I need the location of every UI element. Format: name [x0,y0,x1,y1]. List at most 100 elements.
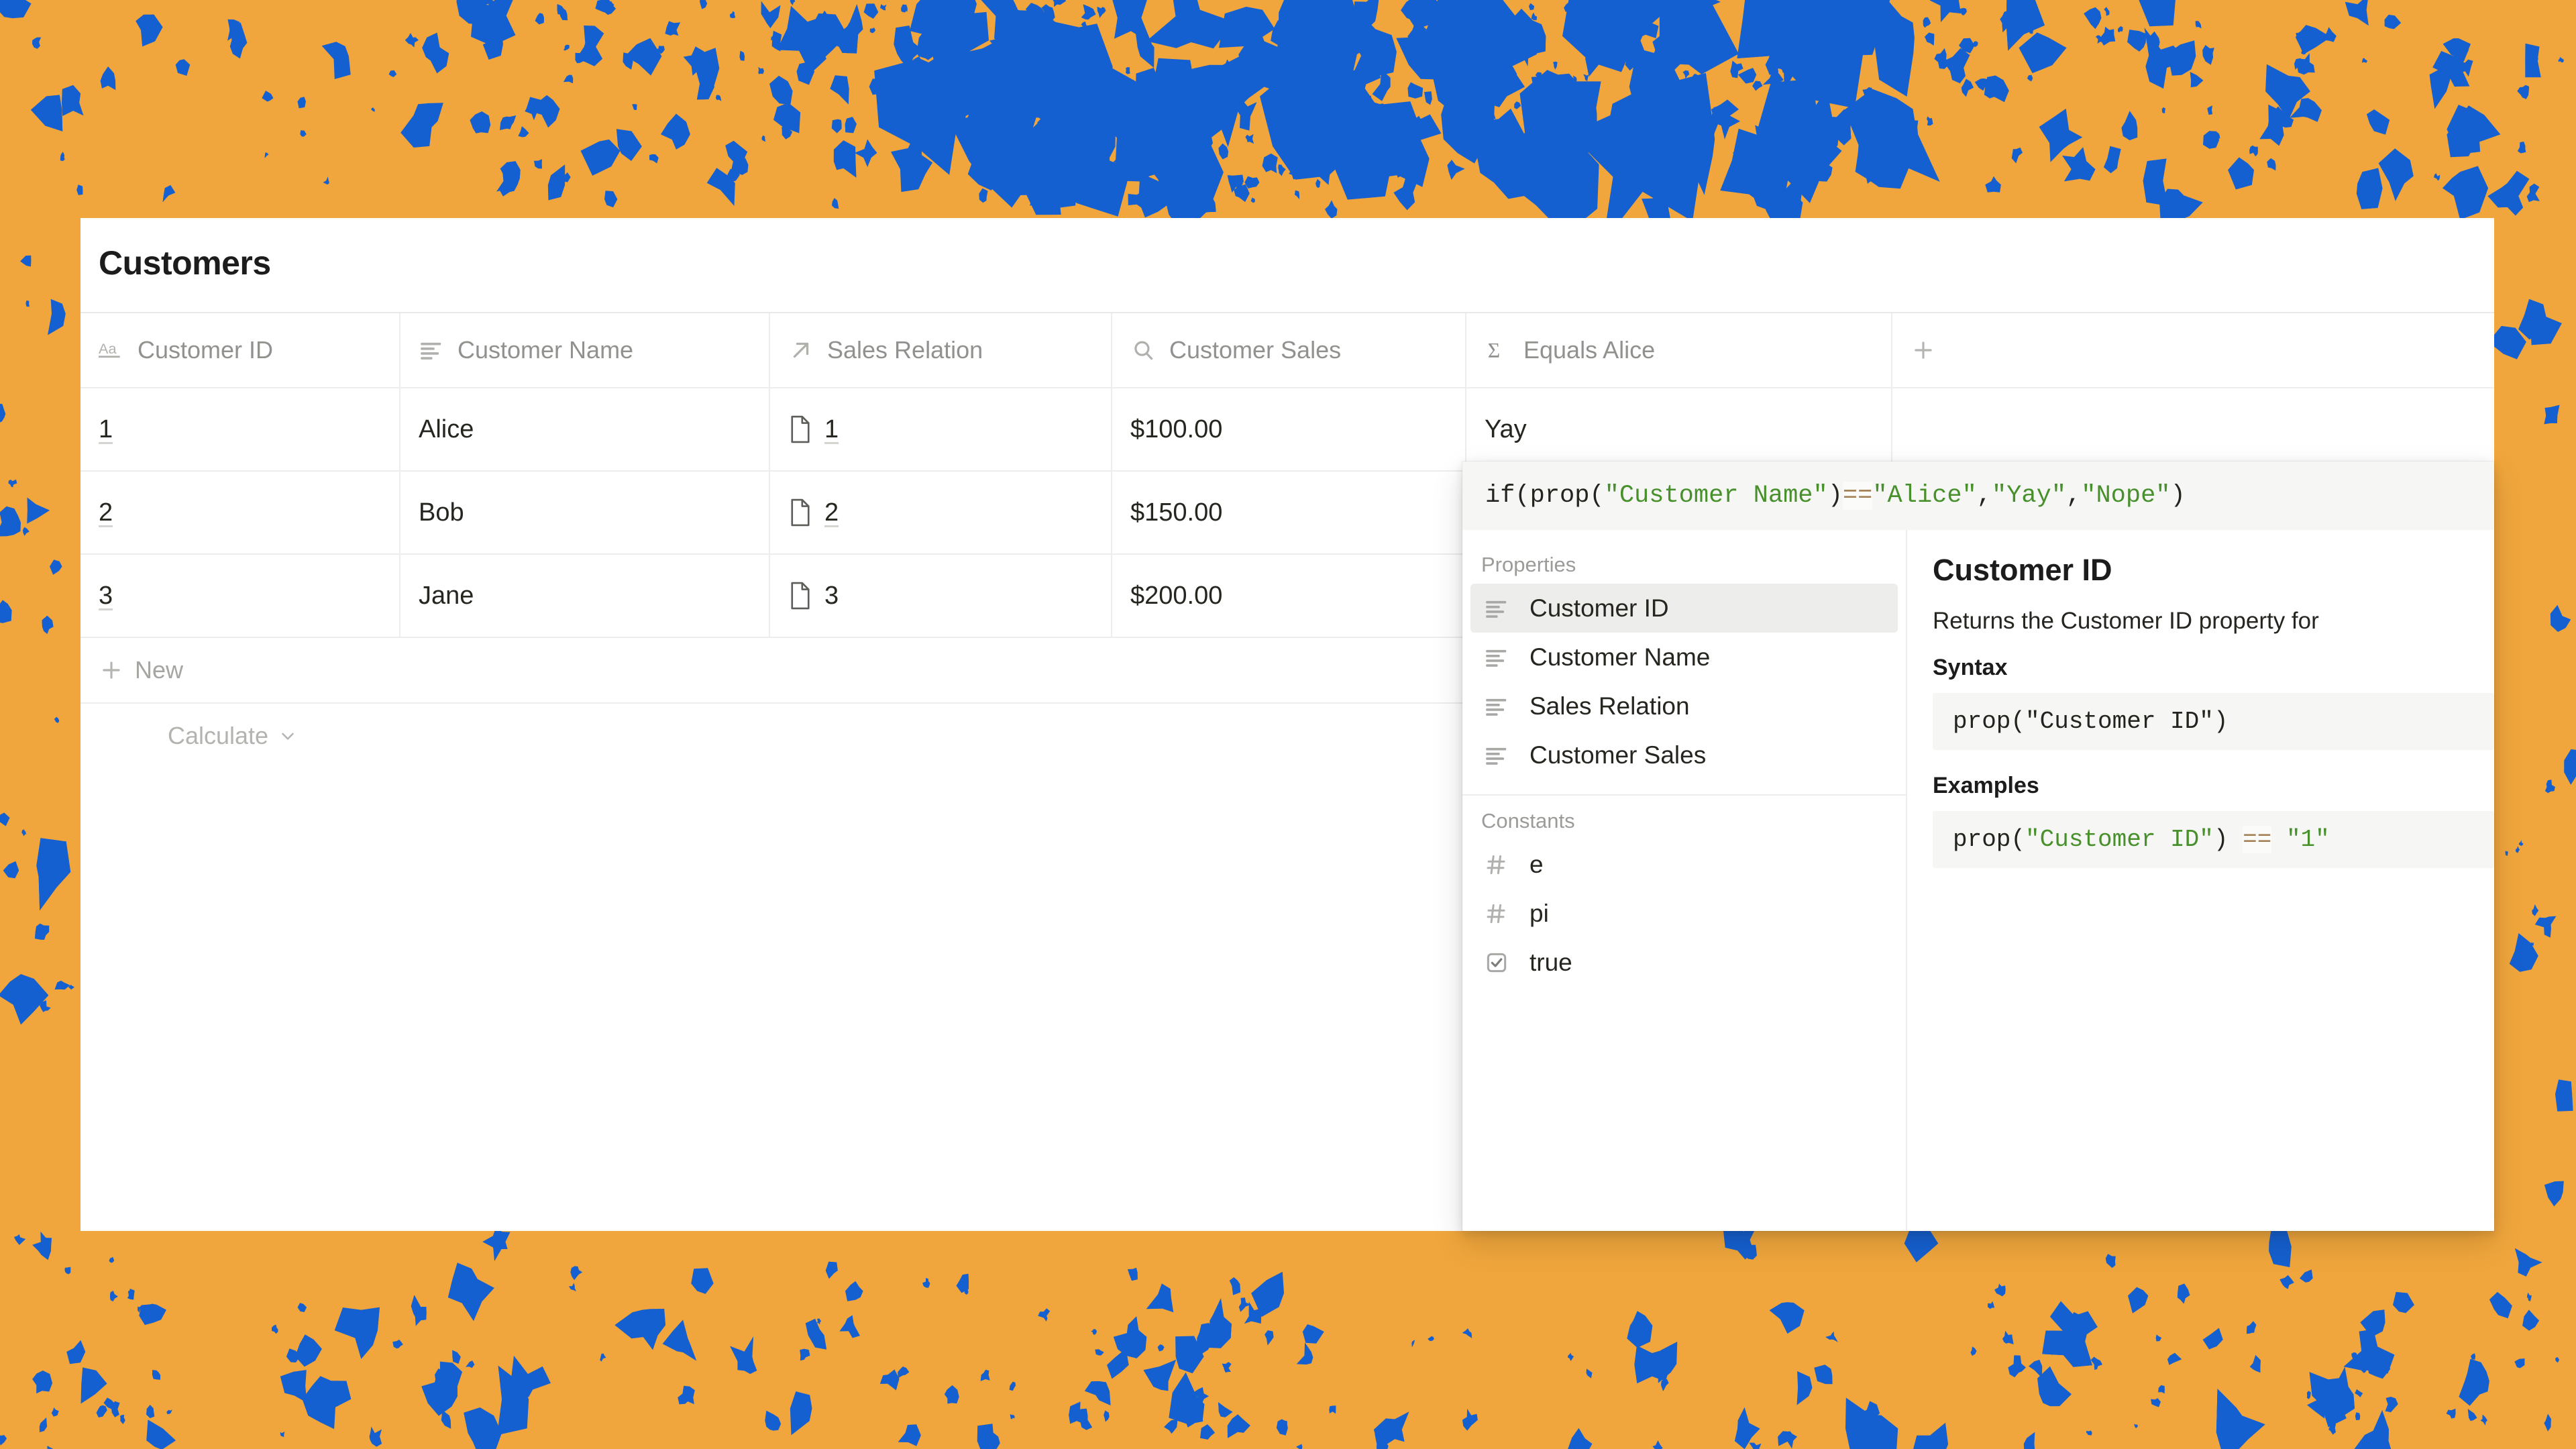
formula-option-label: true [1529,948,1572,976]
cell-customer-id[interactable]: 3 [80,555,400,637]
formula-option-sales-relation[interactable]: Sales Relation [1470,682,1898,731]
code-token: prop( [1953,826,2026,853]
section-label-properties: Properties [1481,553,1576,576]
column-header-label: Customer Name [458,336,634,364]
column-header-customer-name[interactable]: Customer Name [400,313,770,387]
cell-customer-name[interactable]: Bob [400,472,770,553]
column-header-customer-id[interactable]: Aa Customer ID [80,313,400,387]
formula-option-label: pi [1529,899,1549,927]
add-column-button[interactable] [1892,313,2161,387]
cell-value: $150.00 [1130,498,1223,527]
cell-customer-id[interactable]: 1 [80,388,400,470]
doc-syntax-code: prop("Customer ID") [1933,693,2494,750]
sigma-formula-icon: Σ [1485,337,1515,363]
code-token: == [2243,826,2272,853]
cell-sales-relation[interactable]: 2 [770,472,1112,553]
page-document-icon [788,415,812,443]
section-label-constants: Constants [1481,809,1575,833]
title-aa-icon: Aa [99,337,129,364]
hash-number-icon [1481,901,1512,926]
formula-option-label: Customer Name [1529,643,1711,671]
formula-option-customer-name[interactable]: Customer Name [1470,633,1898,682]
text-lines-icon [1481,743,1512,768]
column-header-equals-alice[interactable]: Σ Equals Alice [1466,313,1892,387]
column-header-label: Equals Alice [1523,336,1656,364]
cell-value: Yay [1485,415,1527,443]
plus-icon [99,657,124,683]
doc-description: Returns the Customer ID property for [1933,608,2319,634]
cell-customer-sales[interactable]: $100.00 [1112,388,1466,470]
cell-customer-id[interactable]: 2 [80,472,400,553]
page-document-icon [788,498,812,527]
formula-option-customer-sales[interactable]: Customer Sales [1470,731,1898,780]
arrow-up-right-icon [788,337,819,363]
column-header-sales-relation[interactable]: Sales Relation [770,313,1112,387]
cell-empty [1892,388,2161,470]
cell-value: 2 [99,498,113,527]
formula-option-label: Customer Sales [1529,741,1707,769]
formula-documentation-panel: Customer ID Returns the Customer ID prop… [1907,530,2494,1231]
cell-value: $100.00 [1130,415,1223,443]
formula-option-pi[interactable]: pi [1470,889,1898,938]
formula-token: == [1842,482,1873,510]
cell-value: Bob [419,498,464,527]
formula-token: , [1976,482,1992,510]
code-token: "Customer ID" [2025,826,2214,853]
cell-value: 3 [99,581,113,610]
hash-number-icon [1481,852,1512,877]
code-token: prop("Customer ID") [1953,708,2229,735]
text-lines-icon [1481,645,1512,670]
add-new-row-label: New [135,656,184,684]
chevron-down-icon [278,726,298,746]
svg-text:Σ: Σ [1488,339,1500,362]
cell-customer-sales[interactable]: $200.00 [1112,555,1466,637]
page-document-icon [788,582,812,610]
plus-icon [1911,337,1941,363]
text-lines-icon [419,337,449,363]
cell-value: 3 [824,581,839,610]
table-header-row: Aa Customer ID Customer Name Sales Relat… [80,312,2494,387]
cell-value: 1 [99,415,113,443]
formula-token: "Yay" [1992,482,2067,510]
table-row[interactable]: 1 Alice 1 $100.00 Yay [80,387,2494,470]
cell-value: Alice [419,415,474,443]
formula-option-label: Customer ID [1529,594,1669,622]
svg-text:Aa: Aa [99,340,117,357]
column-header-label: Sales Relation [827,336,983,364]
cell-value: 1 [824,415,839,443]
formula-token: "Customer Name" [1604,482,1828,510]
formula-input[interactable]: if(prop("Customer Name") == "Alice", "Ya… [1462,462,2494,530]
cell-sales-relation[interactable]: 1 [770,388,1112,470]
formula-option-label: e [1529,850,1544,878]
cell-customer-name[interactable]: Jane [400,555,770,637]
magnifier-rollup-icon [1130,337,1161,363]
code-token: "1" [2286,826,2330,853]
cell-value: $200.00 [1130,581,1223,610]
cell-customer-name[interactable]: Alice [400,388,770,470]
formula-option-e[interactable]: e [1470,840,1898,889]
doc-example-code: prop("Customer ID") == "1" [1933,811,2494,868]
text-lines-icon [1481,694,1512,719]
formula-token: ) [2170,482,2186,510]
cell-sales-relation[interactable]: 3 [770,555,1112,637]
formula-options-list: Properties Customer ID Customer Name Sal… [1462,530,1907,1231]
formula-option-customer-id[interactable]: Customer ID [1470,584,1898,633]
cell-value: 2 [824,498,839,527]
cell-customer-sales[interactable]: $150.00 [1112,472,1466,553]
text-lines-icon [1481,596,1512,621]
doc-title: Customer ID [1933,553,2112,587]
section-divider [1462,794,1906,796]
formula-token: , [2066,482,2082,510]
cell-value: Jane [419,581,474,610]
column-header-label: Customer ID [138,336,274,364]
doc-examples-heading: Examples [1933,773,2039,798]
formula-editor-popup: if(prop("Customer Name") == "Alice", "Ya… [1462,462,2494,1231]
cell-equals-alice[interactable]: Yay [1466,388,1892,470]
formula-option-true[interactable]: true [1470,938,1898,987]
column-header-customer-sales[interactable]: Customer Sales [1112,313,1466,387]
page-title: Customers [99,244,271,282]
code-token: ) [2213,826,2243,853]
formula-option-label: Sales Relation [1529,692,1690,720]
column-header-label: Customer Sales [1169,336,1342,364]
